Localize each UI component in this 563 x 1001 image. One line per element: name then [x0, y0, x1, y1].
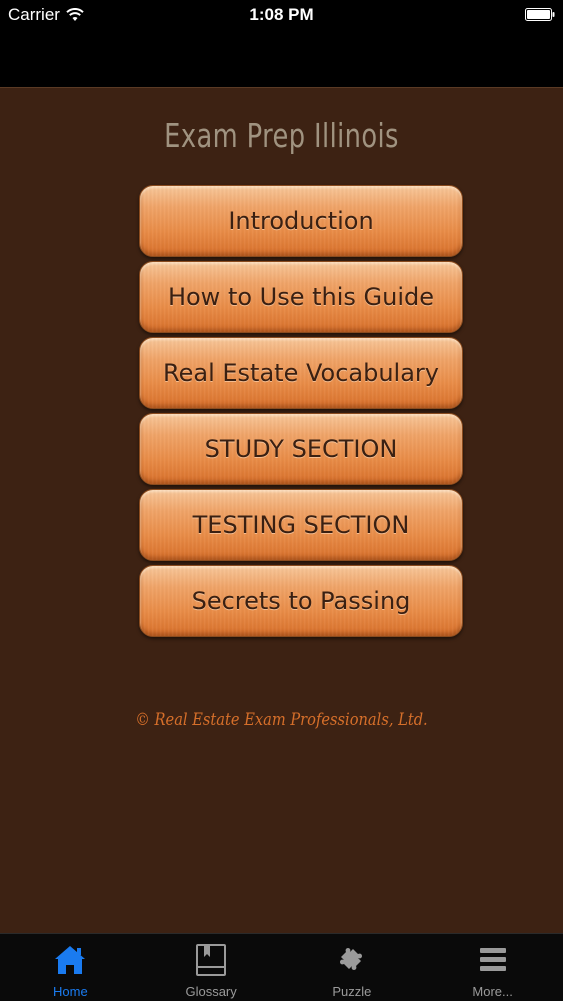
- introduction-button[interactable]: Introduction: [139, 185, 463, 257]
- menu-icon: [479, 948, 506, 971]
- navigation-bar: [0, 30, 563, 87]
- tab-glossary[interactable]: Glossary: [141, 934, 282, 1001]
- status-time: 1:08 PM: [249, 5, 314, 24]
- tab-more-label: More...: [472, 984, 513, 999]
- how-to-use-guide-button[interactable]: How to Use this Guide: [139, 261, 463, 333]
- main-menu: Introduction How to Use this Guide Real …: [139, 185, 463, 641]
- tab-glossary-label: Glossary: [185, 984, 237, 999]
- secrets-to-passing-label: Secrets to Passing: [191, 587, 411, 615]
- how-to-use-guide-label: How to Use this Guide: [167, 283, 435, 311]
- testing-section-button[interactable]: TESTING SECTION: [139, 489, 463, 561]
- secrets-to-passing-button[interactable]: Secrets to Passing: [139, 565, 463, 637]
- main-content: Exam Prep Illinois Introduction How to U…: [0, 87, 563, 934]
- app-title: Exam Prep Illinois: [164, 116, 399, 155]
- tab-home[interactable]: Home: [0, 934, 141, 1001]
- tab-home-label: Home: [53, 984, 88, 999]
- real-estate-vocabulary-label: Real Estate Vocabulary: [163, 359, 439, 387]
- copyright-notice: © Real Estate Exam Professionals, Ltd.: [135, 710, 428, 730]
- tab-more[interactable]: More...: [422, 934, 563, 1001]
- tab-puzzle-label: Puzzle: [332, 984, 372, 999]
- study-section-button[interactable]: STUDY SECTION: [139, 413, 463, 485]
- book-icon: [196, 944, 227, 976]
- puzzle-icon: [339, 948, 362, 970]
- tab-puzzle[interactable]: Puzzle: [282, 934, 423, 1001]
- tab-bar: Home Glossary Puzzle More...: [0, 933, 563, 1001]
- testing-section-label: TESTING SECTION: [192, 511, 410, 539]
- study-section-label: STUDY SECTION: [204, 435, 398, 463]
- home-icon: [55, 946, 86, 974]
- real-estate-vocabulary-button[interactable]: Real Estate Vocabulary: [139, 337, 463, 409]
- battery-icon: [525, 8, 555, 21]
- introduction-label: Introduction: [228, 207, 374, 235]
- status-bar: Carrier 1:08 PM: [0, 0, 563, 30]
